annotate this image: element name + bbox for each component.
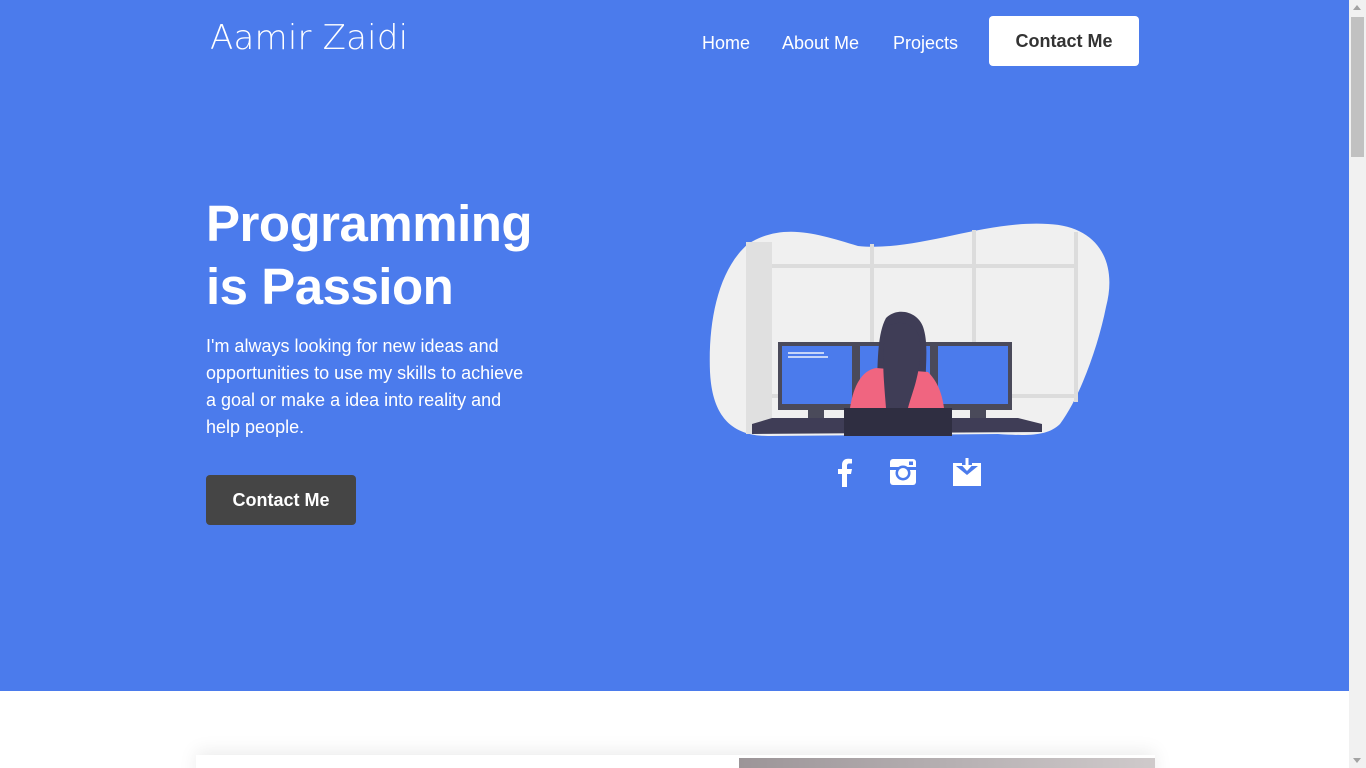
developer-illustration [709, 223, 1110, 436]
window-frame-left [746, 242, 772, 434]
instagram-link[interactable] [886, 455, 920, 489]
next-section-image [739, 758, 1155, 768]
hero-title: Programming is Passion [206, 192, 586, 318]
scroll-up-arrow-icon[interactable] [1353, 5, 1361, 10]
chair-back [844, 408, 952, 436]
instagram-icon [890, 459, 916, 485]
nav-link-home[interactable]: Home [702, 33, 750, 54]
header-contact-button[interactable]: Contact Me [989, 16, 1139, 66]
download-resume-link[interactable] [950, 455, 984, 489]
hero-title-line-2: is Passion [206, 258, 454, 315]
main-nav: Home About Me Projects Contact Me [0, 16, 1349, 66]
download-mail-icon [953, 458, 981, 486]
nav-link-projects[interactable]: Projects [893, 33, 958, 54]
hero-contact-button[interactable]: Contact Me [206, 475, 356, 525]
page-scrollbar[interactable] [1349, 0, 1366, 768]
hero-section: Aamir Zaidi Home About Me Projects Conta… [0, 0, 1349, 691]
monitor-left-screen [782, 346, 852, 404]
window-bar-post-3 [1074, 232, 1078, 402]
facebook-icon [838, 458, 852, 487]
monitor-right-screen [938, 346, 1008, 404]
scrollbar-thumb[interactable] [1351, 17, 1364, 157]
hero-description: I'm always looking for new ideas and opp… [206, 336, 524, 437]
hero-title-line-1: Programming [206, 195, 533, 252]
monitor-left-code-2 [788, 356, 828, 358]
window-bar-top [772, 264, 1078, 268]
facebook-link[interactable] [827, 455, 861, 489]
nav-link-about-me[interactable]: About Me [782, 33, 859, 54]
monitor-left-code-1 [788, 352, 824, 354]
scroll-down-arrow-icon[interactable] [1353, 758, 1361, 763]
